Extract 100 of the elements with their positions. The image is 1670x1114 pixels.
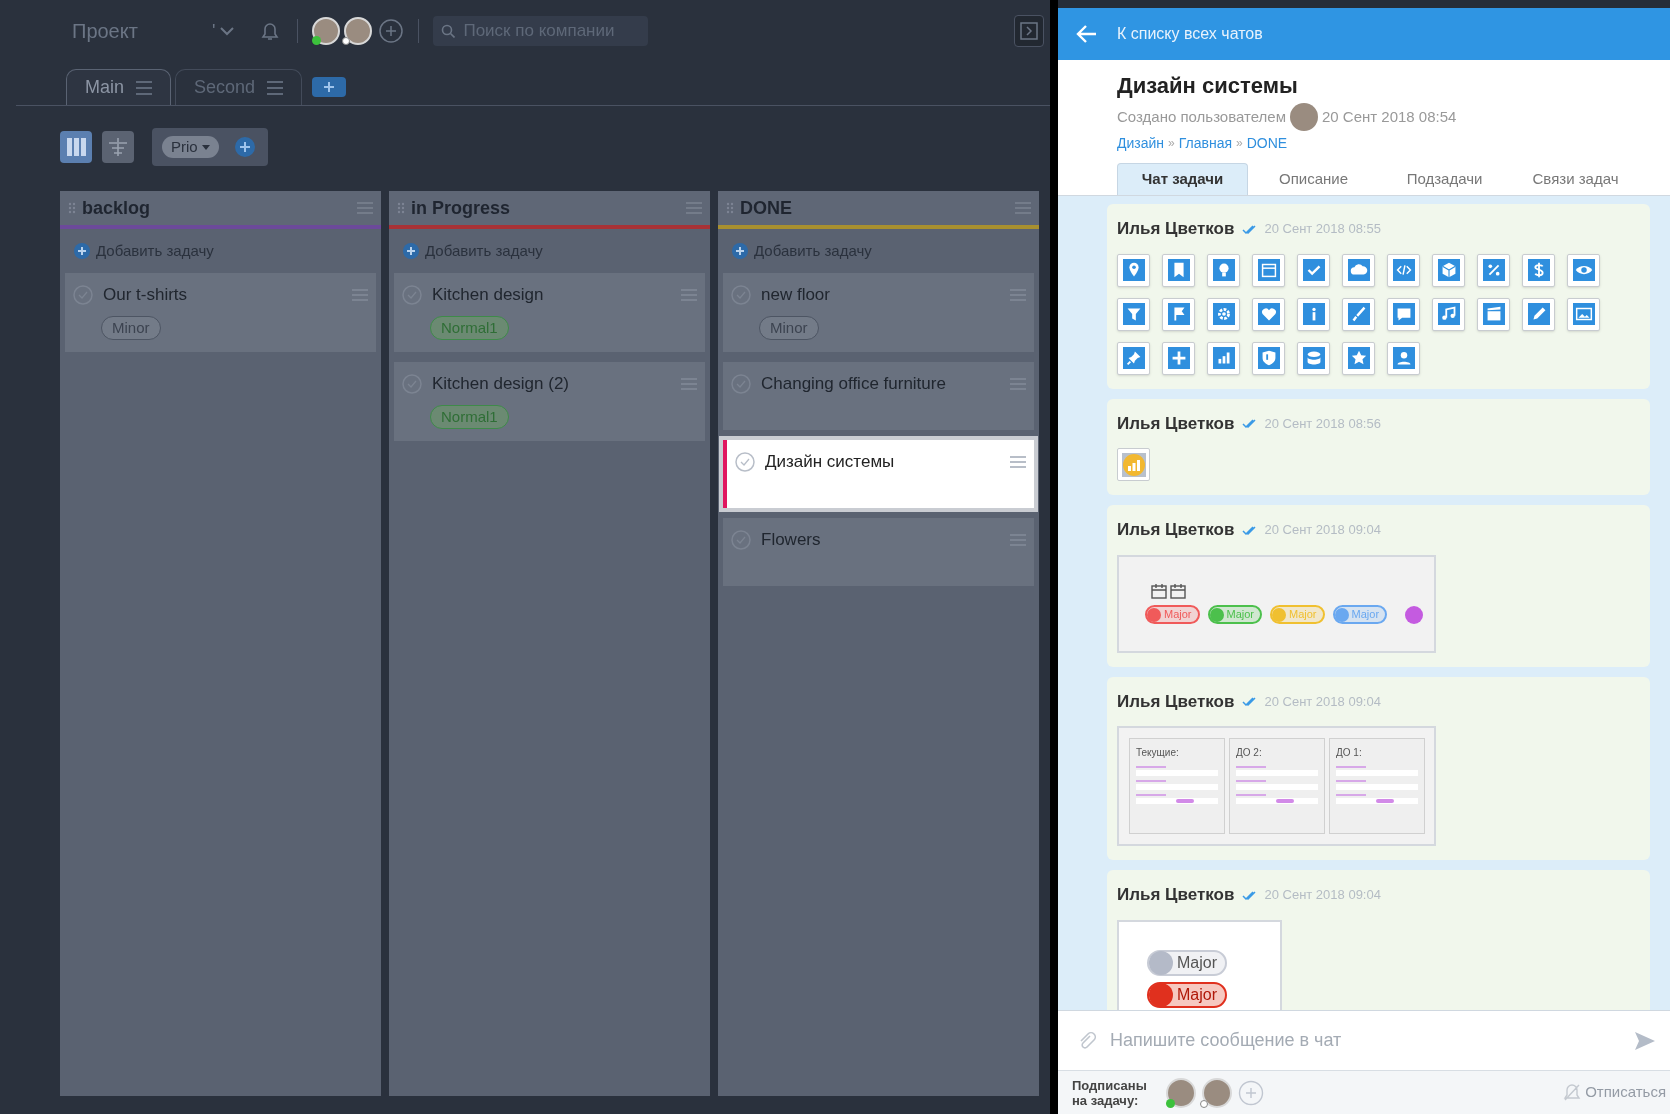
panel-tab[interactable]: Чат задачи <box>1117 163 1248 195</box>
cloud-icon <box>1342 253 1375 287</box>
task-title: Flowers <box>761 529 822 551</box>
priority-tag: Normal1 <box>430 315 509 340</box>
chevron-down-icon[interactable] <box>219 26 236 36</box>
drag-handle-icon[interactable] <box>726 202 734 214</box>
pencil-icon <box>1522 297 1555 331</box>
filter-icon <box>1117 297 1150 331</box>
priority-toggle[interactable]: Major <box>1147 981 1227 1008</box>
board-tab[interactable]: Main <box>66 69 171 105</box>
task-card[interactable]: new floor Minor <box>723 273 1034 352</box>
task-title: Дизайн системы <box>1117 72 1299 100</box>
plus-circle-icon <box>74 243 90 259</box>
priority-tag: Major <box>1207 605 1263 624</box>
breadcrumb-link[interactable]: Дизайн <box>1117 132 1165 154</box>
panel-tab[interactable]: Описание <box>1248 163 1379 195</box>
drag-handle-icon[interactable] <box>68 202 76 214</box>
add-member-icon[interactable] <box>378 18 405 44</box>
column-title: Текущие: <box>1136 746 1180 760</box>
message-author: Илья Цветков <box>1117 690 1235 713</box>
double-check-icon <box>1242 223 1257 234</box>
project-title[interactable]: Проект <box>72 16 212 46</box>
unsubscribe-button[interactable]: Отписаться <box>1563 1081 1666 1104</box>
message-author: Илья Цветков <box>1117 218 1235 240</box>
panel-tab[interactable]: Подзадачи <box>1379 163 1510 195</box>
back-arrow-icon[interactable] <box>1076 24 1097 44</box>
column-title: in Progress <box>411 196 512 220</box>
task-title: Kitchen design <box>432 284 545 306</box>
calendar-icon <box>1252 253 1285 287</box>
gear-icon <box>1207 297 1240 331</box>
double-check-icon <box>1242 524 1257 535</box>
user-icon <box>1387 341 1420 375</box>
avatar <box>1289 103 1318 131</box>
chat-bubble-icon <box>1387 297 1420 331</box>
column-title: DONE <box>740 196 793 220</box>
back-link[interactable]: К списку всех чатов <box>1117 22 1263 46</box>
image-icon <box>1567 297 1600 331</box>
double-check-icon <box>1242 696 1257 707</box>
avatar <box>1202 1077 1232 1108</box>
eye-icon <box>1567 253 1600 287</box>
brush-icon <box>1342 297 1375 331</box>
avatar <box>344 17 373 45</box>
task-title: Дизайн системы <box>765 451 896 473</box>
subscribers-label: Подписаны на задачу: <box>1072 1077 1148 1108</box>
message-time: 20 Сент 2018 08:56 <box>1264 414 1381 433</box>
message-author: Илья Цветков <box>1117 412 1235 435</box>
add-subscriber-icon[interactable] <box>1238 1079 1264 1106</box>
bar-chart-icon <box>1207 341 1240 375</box>
caret-icon <box>201 144 210 150</box>
priority-tag: Minor <box>759 315 819 340</box>
board-tab[interactable]: Second <box>175 69 303 105</box>
project-mark: ' <box>212 19 216 43</box>
menu-icon[interactable] <box>1010 455 1026 468</box>
task-title: Our t-shirts <box>103 284 189 306</box>
bell-icon[interactable] <box>261 21 280 41</box>
cube-icon <box>1432 253 1465 287</box>
priority-toggle[interactable]: Major <box>1147 949 1227 976</box>
plus-icon <box>1162 341 1195 375</box>
message-time: 20 Сент 2018 08:55 <box>1264 220 1381 238</box>
task-card[interactable]: Changing office furniture <box>723 362 1034 430</box>
bell-off-icon <box>1563 1083 1582 1102</box>
breadcrumb-link[interactable]: Главная <box>1178 132 1233 154</box>
avatar <box>1166 1077 1196 1108</box>
bar-chart-icon <box>1117 448 1150 481</box>
task-title: Changing office furniture <box>761 373 947 395</box>
board-view-button[interactable] <box>60 131 92 163</box>
panel-tab[interactable]: Связи задач <box>1510 163 1641 195</box>
task-card[interactable]: Flowers <box>723 518 1034 586</box>
send-icon[interactable] <box>1634 1030 1656 1051</box>
expand-panel-button[interactable] <box>1014 15 1044 47</box>
message-time: 20 Сент 2018 09:04 <box>1264 692 1381 711</box>
pushpin-icon <box>1117 341 1150 375</box>
music-note-icon <box>1432 297 1465 331</box>
tree-view-button[interactable] <box>102 131 134 163</box>
lightbulb-icon <box>1207 253 1240 287</box>
columns-icon <box>66 138 86 156</box>
plus-circle-icon <box>403 243 419 259</box>
add-group-button[interactable] <box>234 137 255 157</box>
priority-tag: Normal1 <box>430 404 509 429</box>
created-label: Создано пользователем <box>1117 106 1286 127</box>
drag-handle-icon[interactable] <box>397 202 405 214</box>
group-by-dropdown[interactable]: Prio <box>162 136 219 158</box>
task-card[interactable]: Our t-shirts Minor <box>65 273 376 352</box>
tree-icon <box>109 138 127 156</box>
film-icon <box>1477 297 1510 331</box>
task-card[interactable]: Kitchen design Normal1 <box>394 273 705 352</box>
priority-tag: Minor <box>101 315 161 340</box>
message-input[interactable]: Напишите сообщение в чат <box>1110 1027 1620 1054</box>
flag-icon <box>1162 297 1195 331</box>
priority-tag: Major <box>1145 605 1200 624</box>
check-icon <box>1297 253 1330 287</box>
created-date: 20 Сент 2018 08:54 <box>1321 106 1457 127</box>
menu-icon[interactable] <box>136 80 152 95</box>
add-board-button[interactable] <box>312 77 347 97</box>
breadcrumb-link[interactable]: DONE <box>1246 132 1288 154</box>
percent-icon <box>1477 253 1510 287</box>
priority-tag: Major <box>1332 605 1388 624</box>
task-card[interactable]: Kitchen design (2) Normal1 <box>394 362 705 441</box>
check-circle-icon[interactable] <box>735 451 755 472</box>
menu-icon[interactable] <box>267 80 284 95</box>
